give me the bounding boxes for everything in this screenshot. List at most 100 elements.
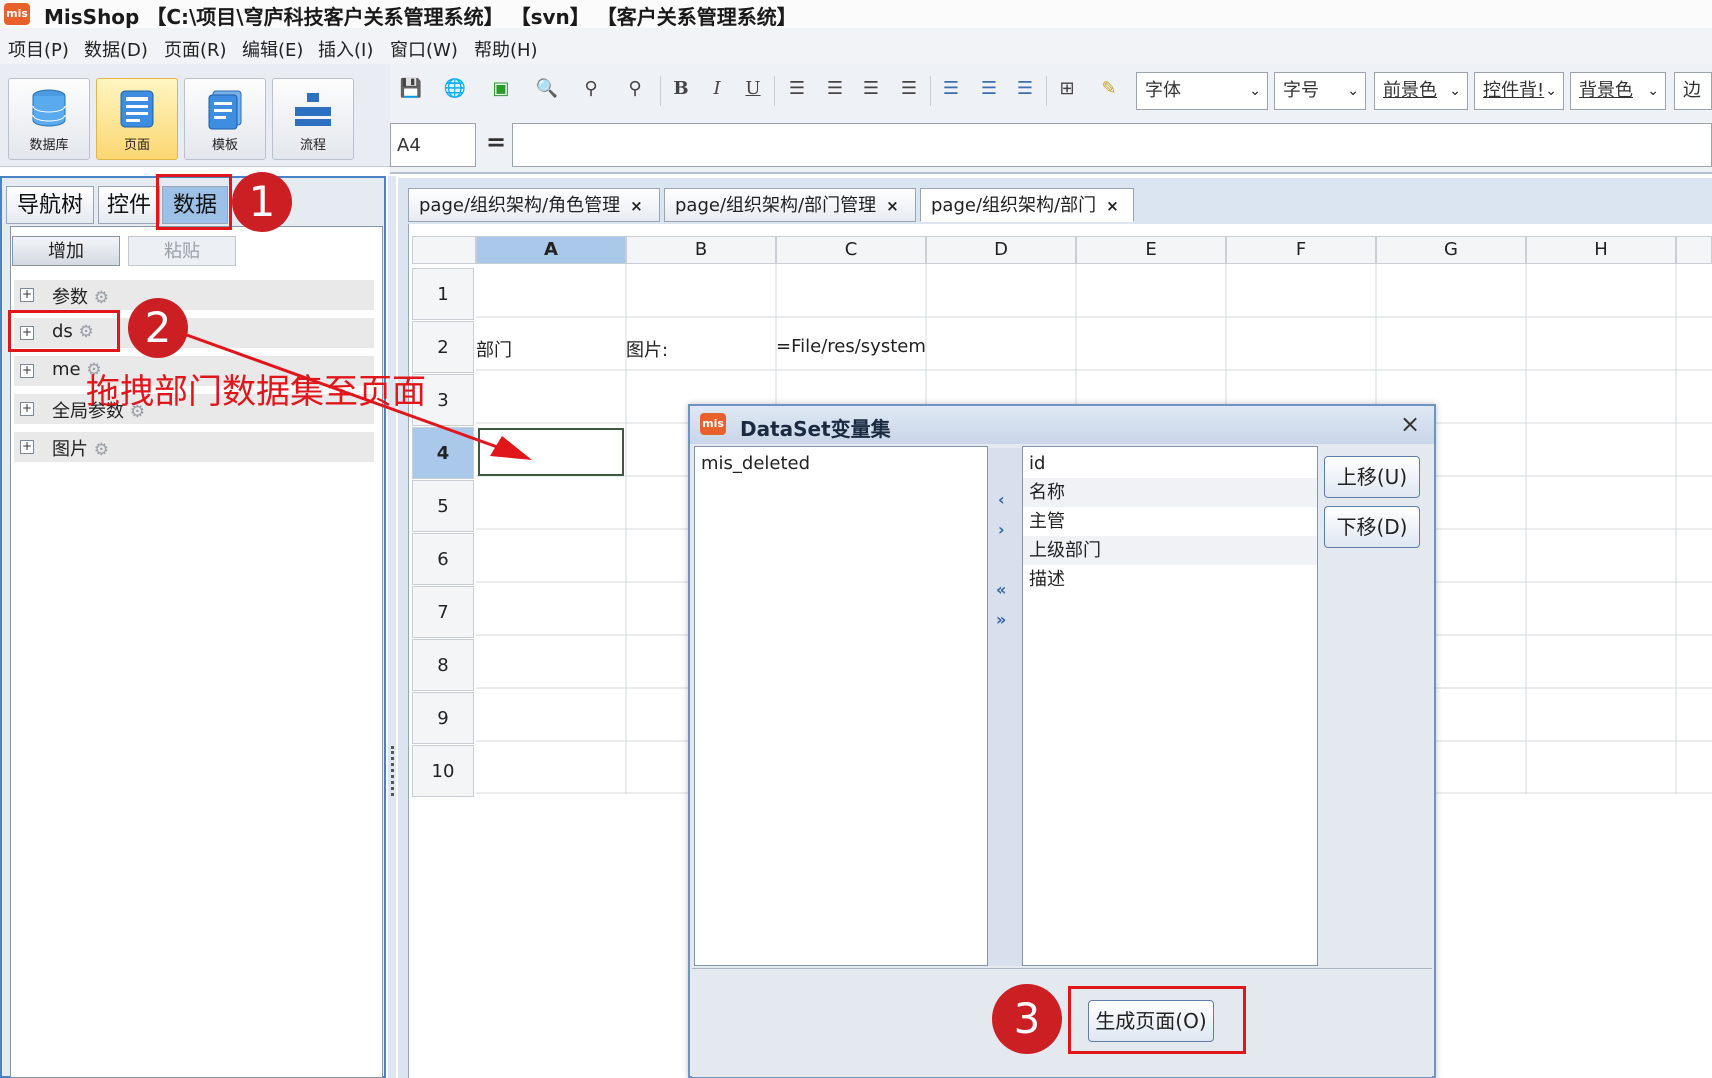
- row-header-5[interactable]: 5: [412, 480, 474, 532]
- justify-icon[interactable]: ☰: [896, 76, 922, 102]
- cell-b2[interactable]: 图片:: [626, 336, 668, 362]
- menu-window[interactable]: 窗口(W): [390, 36, 458, 62]
- move-all-left-icon[interactable]: «: [996, 580, 1006, 599]
- tab-controls[interactable]: 控件: [98, 186, 160, 224]
- bg-color-select[interactable]: 背景色 ⌄: [1570, 72, 1666, 110]
- bold-icon[interactable]: B: [668, 76, 694, 102]
- menu-page[interactable]: 页面(R): [164, 36, 227, 62]
- row-header-1[interactable]: 1: [412, 268, 474, 320]
- selected-fields-list[interactable]: id 名称 主管 上级部门 描述: [1022, 446, 1318, 966]
- paste-button[interactable]: 粘贴: [128, 236, 236, 266]
- underline-icon[interactable]: U: [740, 76, 766, 102]
- align-left-icon[interactable]: ☰: [784, 76, 810, 102]
- size-select[interactable]: 字号 ⌄: [1274, 72, 1366, 110]
- expand-icon[interactable]: +: [20, 402, 34, 416]
- control-bg-select[interactable]: 控件背! ⌄: [1474, 72, 1564, 110]
- highlight-box-data-tab: [156, 174, 232, 230]
- tab-dept[interactable]: page/组织架构/部门 ×: [920, 188, 1134, 222]
- valign-bottom-icon[interactable]: ☰: [1012, 76, 1038, 102]
- flow-button[interactable]: 流程: [272, 78, 354, 160]
- border-value: 边框: [1683, 80, 1701, 101]
- col-header-c[interactable]: C: [776, 236, 926, 264]
- row-header-7[interactable]: 7: [412, 586, 474, 638]
- menu-data[interactable]: 数据(D): [84, 36, 148, 62]
- database-button[interactable]: 数据库: [8, 78, 90, 160]
- border-select[interactable]: 边框: [1674, 72, 1712, 110]
- close-icon[interactable]: ×: [630, 197, 643, 215]
- list-item[interactable]: mis_deleted: [695, 449, 987, 478]
- panel-splitter[interactable]: [388, 176, 396, 1078]
- row-header-8[interactable]: 8: [412, 639, 474, 691]
- font-select[interactable]: 字体 ⌄: [1136, 72, 1268, 110]
- expand-icon[interactable]: +: [20, 364, 34, 378]
- move-down-button[interactable]: 下移(D): [1324, 506, 1420, 548]
- binoculars-icon[interactable]: ⚲: [578, 76, 604, 102]
- tab-role-management[interactable]: page/组织架构/角色管理 ×: [408, 188, 660, 222]
- col-header-b[interactable]: B: [626, 236, 776, 264]
- template-button[interactable]: 模板: [184, 78, 266, 160]
- cell-c2[interactable]: =File/res/system: [776, 336, 926, 357]
- move-right-icon[interactable]: ›: [998, 520, 1005, 539]
- fg-color-select[interactable]: 前景色 ⌄: [1374, 72, 1468, 110]
- col-header-a[interactable]: A: [476, 236, 626, 264]
- col-header-e[interactable]: E: [1076, 236, 1226, 264]
- valign-middle-icon[interactable]: ☰: [976, 76, 1002, 102]
- close-icon[interactable]: ×: [1400, 410, 1420, 438]
- valign-top-icon[interactable]: ☰: [938, 76, 964, 102]
- formula-input[interactable]: [512, 123, 1712, 167]
- list-item[interactable]: 主管: [1023, 507, 1317, 536]
- search-replace-icon[interactable]: ⚲: [622, 76, 648, 102]
- menu-edit[interactable]: 编辑(E): [242, 36, 303, 62]
- col-header-f[interactable]: F: [1226, 236, 1376, 264]
- bg-color-value: 背景色: [1579, 80, 1633, 101]
- chevron-down-icon: ⌄: [1249, 83, 1261, 99]
- browser-icon[interactable]: 🌐: [442, 76, 468, 102]
- menu-insert[interactable]: 插入(I): [318, 36, 373, 62]
- corner-header[interactable]: [412, 236, 476, 264]
- chevron-down-icon: ⌄: [1449, 83, 1461, 99]
- align-center-icon[interactable]: ☰: [822, 76, 848, 102]
- control-bg-value: 控件背!: [1483, 80, 1545, 101]
- flow-label: 流程: [299, 138, 326, 153]
- menu-project[interactable]: 项目(P): [8, 36, 69, 62]
- available-fields-list[interactable]: mis_deleted: [694, 446, 988, 966]
- equals-sign: =: [486, 128, 507, 156]
- page-button[interactable]: 页面: [96, 78, 178, 160]
- close-icon[interactable]: ×: [886, 197, 899, 215]
- list-item[interactable]: 名称: [1023, 478, 1317, 507]
- align-right-icon[interactable]: ☰: [858, 76, 884, 102]
- list-item[interactable]: 描述: [1023, 565, 1317, 594]
- add-button[interactable]: 增加: [12, 236, 120, 266]
- tree-item-label: 参数 ⚙: [52, 287, 109, 308]
- row-header-9[interactable]: 9: [412, 692, 474, 744]
- list-item[interactable]: 上级部门: [1023, 536, 1317, 565]
- move-all-right-icon[interactable]: »: [996, 610, 1006, 629]
- find-icon[interactable]: 🔍: [534, 76, 560, 102]
- menu-help[interactable]: 帮助(H): [474, 36, 538, 62]
- col-header-g[interactable]: G: [1376, 236, 1526, 264]
- preview-icon[interactable]: ▣: [488, 76, 514, 102]
- row-header-6[interactable]: 6: [412, 533, 474, 585]
- row-header-10[interactable]: 10: [412, 745, 474, 797]
- page-icon: [120, 90, 154, 128]
- list-item[interactable]: id: [1023, 449, 1317, 478]
- tab-nav-tree[interactable]: 导航树: [6, 186, 94, 224]
- move-left-icon[interactable]: ‹: [998, 490, 1005, 509]
- cell-reference[interactable]: A4: [390, 123, 476, 167]
- col-header-h[interactable]: H: [1526, 236, 1676, 264]
- col-header-d[interactable]: D: [926, 236, 1076, 264]
- save-icon[interactable]: 💾: [398, 76, 424, 102]
- dialog-footer: [692, 968, 1432, 1077]
- tab-dept-management[interactable]: page/组织架构/部门管理 ×: [664, 188, 916, 222]
- col-header-overflow[interactable]: [1676, 236, 1712, 264]
- merge-cells-icon[interactable]: ⊞: [1054, 76, 1080, 102]
- close-icon[interactable]: ×: [1106, 197, 1119, 215]
- italic-icon[interactable]: I: [704, 76, 730, 102]
- app-logo-icon: mis: [4, 3, 30, 25]
- format-brush-icon[interactable]: ✎: [1096, 76, 1122, 102]
- expand-icon[interactable]: +: [20, 440, 34, 454]
- move-up-button[interactable]: 上移(U): [1324, 456, 1420, 498]
- expand-icon[interactable]: +: [20, 288, 34, 302]
- tab-label: page/组织架构/部门管理: [675, 195, 877, 216]
- fg-color-value: 前景色: [1383, 80, 1437, 101]
